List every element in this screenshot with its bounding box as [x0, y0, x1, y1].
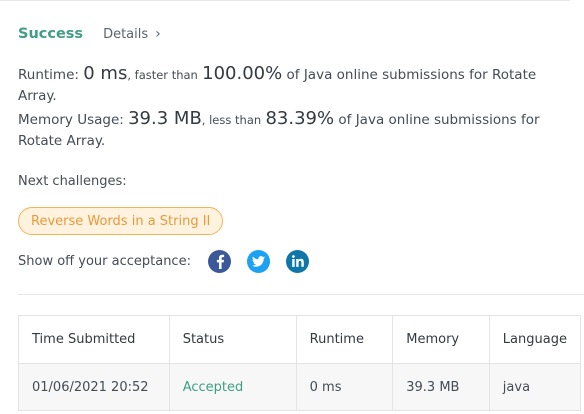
status-row: Success Details › — [18, 24, 161, 44]
runtime-percent: 100.00% — [202, 63, 283, 84]
column-header-time-submitted[interactable]: Time Submitted — [18, 315, 170, 364]
next-challenges-label: Next challenges: — [18, 174, 127, 189]
cell-status-accepted-link[interactable]: Accepted — [168, 363, 297, 411]
memory-value: 39.3 MB — [128, 108, 202, 129]
runtime-summary: Runtime: 0 ms, faster than 100.00% of Ja… — [18, 63, 578, 107]
share-label: Show off your acceptance: — [18, 253, 191, 269]
runtime-value: 0 ms — [83, 63, 128, 84]
cell-runtime: 0 ms — [295, 363, 394, 411]
cell-time-submitted: 01/06/2021 20:52 — [18, 363, 170, 411]
details-label: Details — [103, 26, 149, 42]
twitter-icon[interactable] — [247, 249, 270, 273]
details-link[interactable]: Details › — [103, 27, 161, 42]
submissions-table: Time Submitted Status Runtime Memory Lan… — [18, 315, 582, 411]
success-status: Success — [18, 26, 84, 42]
column-header-memory[interactable]: Memory — [392, 315, 490, 364]
runtime-comparison: , faster than — [127, 68, 198, 82]
cell-language: java — [488, 363, 582, 411]
table-row[interactable]: 01/06/2021 20:52 Accepted 0 ms 39.3 MB j… — [18, 363, 582, 411]
facebook-glyph — [216, 254, 224, 269]
memory-label: Memory Usage: — [18, 112, 124, 128]
memory-comparison: , less than — [201, 113, 262, 127]
runtime-label: Runtime: — [18, 67, 79, 83]
linkedin-glyph — [291, 255, 304, 267]
linkedin-icon[interactable] — [286, 249, 309, 273]
challenge-reverse-words-ii[interactable]: Reverse Words in a String II — [18, 207, 224, 235]
chevron-right-icon: › — [155, 26, 161, 42]
table-header-row: Time Submitted Status Runtime Memory Lan… — [18, 315, 582, 364]
section-divider — [18, 294, 584, 295]
facebook-icon[interactable] — [208, 249, 231, 273]
memory-percent: 83.39% — [265, 108, 335, 129]
twitter-glyph — [252, 255, 265, 267]
column-header-language[interactable]: Language — [488, 315, 582, 364]
memory-summary: Memory Usage: 39.3 MB, less than 83.39% … — [18, 108, 563, 152]
share-row: Show off your acceptance: — [18, 248, 325, 274]
column-header-runtime[interactable]: Runtime — [295, 315, 394, 364]
column-header-status[interactable]: Status — [168, 315, 297, 364]
top-divider — [0, 0, 570, 1]
cell-memory: 39.3 MB — [392, 363, 490, 411]
